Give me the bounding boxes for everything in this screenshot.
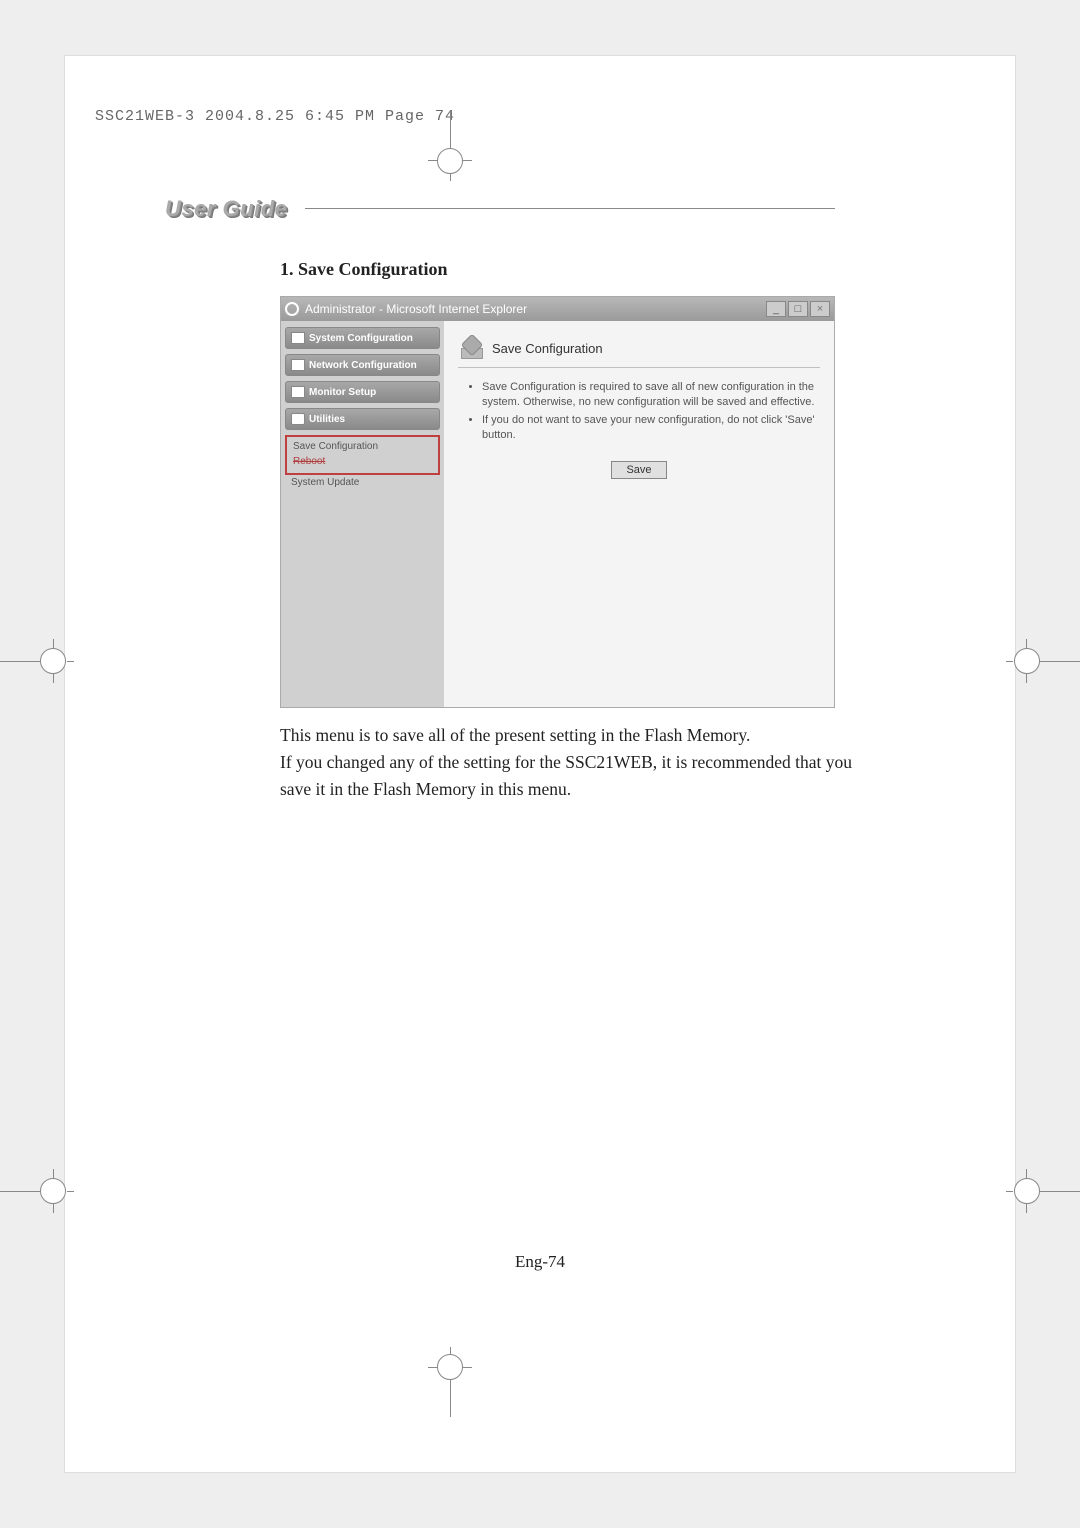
body-paragraphs: This menu is to save all of the present … bbox=[280, 722, 880, 803]
crop-mark bbox=[67, 661, 74, 662]
minimize-button[interactable]: _ bbox=[766, 301, 786, 317]
network-icon bbox=[291, 359, 305, 371]
tools-icon bbox=[291, 413, 305, 425]
nav-monitor-setup[interactable]: Monitor Setup bbox=[285, 381, 440, 403]
heading-rule bbox=[305, 208, 835, 209]
window-controls: _ □ × bbox=[766, 301, 830, 317]
nav-network-configuration[interactable]: Network Configuration bbox=[285, 354, 440, 376]
close-button[interactable]: × bbox=[810, 301, 830, 317]
page-number: Eng-74 bbox=[65, 1252, 1015, 1272]
crop-mark bbox=[1034, 661, 1080, 662]
app-body: System Configuration Network Configurati… bbox=[281, 321, 834, 707]
window-title: Administrator - Microsoft Internet Explo… bbox=[305, 302, 527, 316]
body-text: If you changed any of the setting for th… bbox=[280, 749, 880, 803]
save-button-row: Save bbox=[458, 460, 820, 479]
pane-text: If you do not want to save your new conf… bbox=[482, 413, 820, 444]
crop-mark bbox=[1006, 1191, 1013, 1192]
crop-mark bbox=[450, 1347, 451, 1354]
main-pane: Save Configuration Save Configuration is… bbox=[444, 321, 834, 707]
nav-system-configuration[interactable]: System Configuration bbox=[285, 327, 440, 349]
crop-mark bbox=[40, 1178, 66, 1204]
sidebar: System Configuration Network Configurati… bbox=[281, 321, 444, 707]
nav-utilities[interactable]: Utilities bbox=[285, 408, 440, 430]
subnav-system-update[interactable]: System Update bbox=[285, 475, 440, 490]
crop-mark bbox=[1034, 1191, 1080, 1192]
maximize-button[interactable]: □ bbox=[788, 301, 808, 317]
window-titlebar: Administrator - Microsoft Internet Explo… bbox=[281, 297, 834, 321]
pane-header: Save Configuration bbox=[458, 331, 820, 368]
crop-mark bbox=[450, 174, 451, 181]
print-header: SSC21WEB-3 2004.8.25 6:45 PM Page 74 bbox=[95, 108, 455, 125]
highlighted-submenu: Save Configuration Reboot bbox=[285, 435, 440, 475]
subnav-reboot[interactable]: Reboot bbox=[291, 454, 434, 469]
subnav-save-configuration[interactable]: Save Configuration bbox=[291, 439, 434, 454]
nav-label: Network Configuration bbox=[309, 360, 417, 371]
pane-title: Save Configuration bbox=[492, 341, 603, 356]
crop-mark bbox=[40, 648, 66, 674]
crop-mark bbox=[437, 1354, 463, 1380]
pane-bullets: Save Configuration is required to save a… bbox=[482, 380, 820, 444]
crop-mark bbox=[437, 148, 463, 174]
monitor-icon bbox=[291, 332, 305, 344]
document-page: SSC21WEB-3 2004.8.25 6:45 PM Page 74 Use… bbox=[64, 55, 1016, 1473]
body-text: This menu is to save all of the present … bbox=[280, 722, 880, 749]
monitor-icon bbox=[291, 386, 305, 398]
nav-label: Monitor Setup bbox=[309, 387, 376, 398]
save-disk-icon bbox=[460, 337, 482, 359]
crop-mark bbox=[1014, 1178, 1040, 1204]
user-guide-heading: User Guide bbox=[165, 196, 287, 222]
nav-label: Utilities bbox=[309, 414, 345, 425]
section-title: 1. Save Configuration bbox=[280, 259, 448, 280]
crop-mark bbox=[1006, 661, 1013, 662]
save-button[interactable]: Save bbox=[611, 461, 666, 479]
nav-label: System Configuration bbox=[309, 333, 413, 344]
pane-text: Save Configuration is required to save a… bbox=[482, 380, 820, 411]
crop-mark bbox=[1014, 648, 1040, 674]
screenshot-window: Administrator - Microsoft Internet Explo… bbox=[280, 296, 835, 708]
ie-icon bbox=[285, 302, 299, 316]
crop-mark bbox=[67, 1191, 74, 1192]
